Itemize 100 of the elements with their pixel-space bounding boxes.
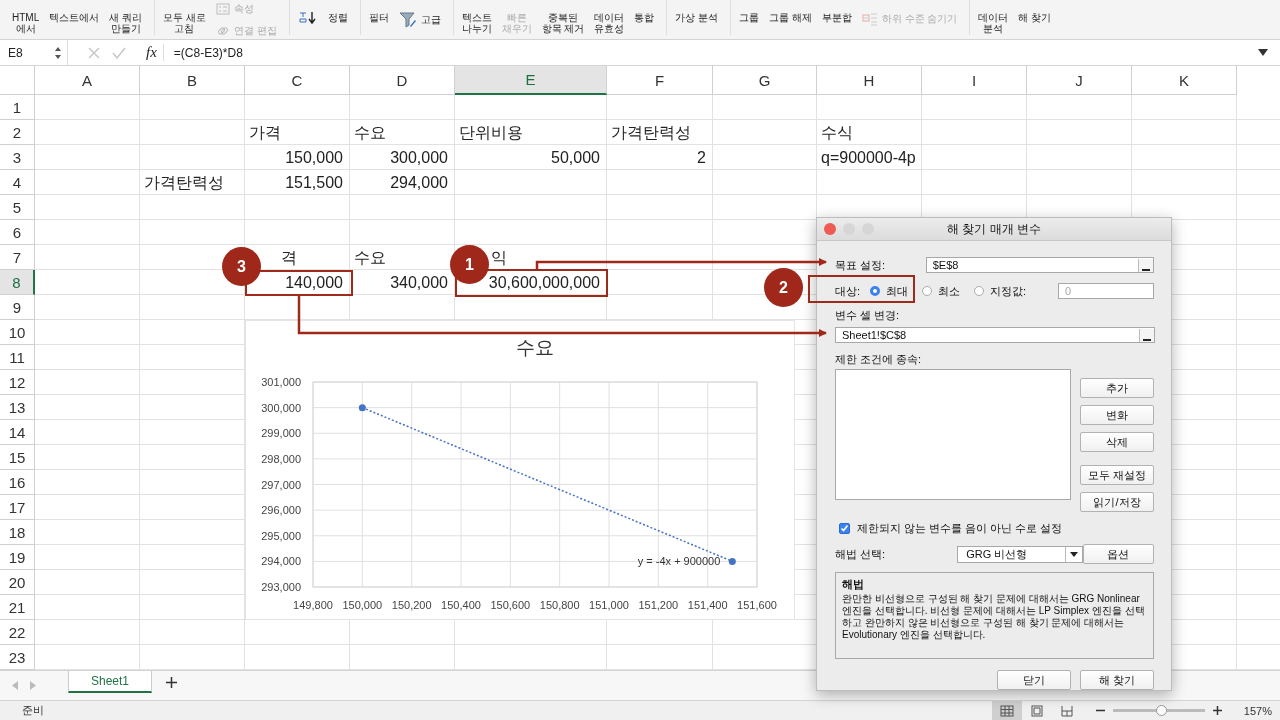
ribbon-button[interactable]: 부분합 <box>821 0 852 23</box>
cell-text: 151,500 <box>285 174 343 191</box>
row-header[interactable]: 8 <box>0 270 35 295</box>
radio-option[interactable]: 최대 <box>870 283 909 299</box>
ribbon-button[interactable]: 새 쿼리 만들기 <box>109 0 142 34</box>
dialog-button[interactable]: 변화 <box>1080 405 1154 425</box>
row-header[interactable]: 21 <box>0 595 35 620</box>
view-button[interactable] <box>991 701 1022 720</box>
checkbox-indicator <box>839 523 850 534</box>
next-sheet-icon[interactable] <box>30 681 36 690</box>
column-header[interactable]: I <box>922 66 1027 95</box>
axis-tick-label: 301,000 <box>261 376 301 388</box>
input-field[interactable]: $E$8 <box>925 257 1154 273</box>
cell-text: 수식 <box>821 124 853 141</box>
radio-indicator <box>922 286 933 296</box>
close-icon[interactable] <box>824 223 836 235</box>
column-header[interactable]: B <box>140 66 245 95</box>
row-header[interactable]: 19 <box>0 545 35 570</box>
row-header[interactable]: 22 <box>0 620 35 645</box>
sheet-tab[interactable]: Sheet1 <box>68 671 153 693</box>
row-header[interactable]: 23 <box>0 645 35 670</box>
constraint-list[interactable] <box>835 369 1071 500</box>
ribbon-button[interactable]: 그룹 <box>739 0 760 23</box>
ribbon-button[interactable]: 그룹 해제 <box>769 0 812 23</box>
dialog-button[interactable]: 닫기 <box>997 670 1071 690</box>
collapse-button[interactable] <box>1139 328 1154 342</box>
column-header[interactable]: G <box>713 66 817 95</box>
row-header[interactable]: 1 <box>0 95 35 120</box>
ribbon-button[interactable]: 고급 <box>398 0 441 28</box>
row-header[interactable]: 3 <box>0 145 35 170</box>
method-dropdown[interactable]: GRG 비선형 <box>957 545 1083 563</box>
column-header[interactable]: D <box>350 66 455 95</box>
select-all-corner[interactable] <box>0 66 35 95</box>
row-header[interactable]: 2 <box>0 120 35 145</box>
checkbox-option[interactable]: 제한되지 않는 변수를 음이 아닌 수로 설정 <box>839 521 1154 536</box>
dialog-button[interactable]: 옵션 <box>1082 544 1154 564</box>
ribbon-button[interactable]: HTML 에서 <box>12 0 40 34</box>
ribbon-button[interactable]: 중복된 항목 제거 <box>541 0 585 34</box>
row-header[interactable]: 7 <box>0 245 35 270</box>
row-header[interactable]: 14 <box>0 420 35 445</box>
column-header[interactable]: J <box>1027 66 1132 95</box>
row-header[interactable]: 4 <box>0 170 35 195</box>
ribbon-button[interactable]: 필터 <box>368 0 389 23</box>
field-label: 해법 선택: <box>835 546 887 562</box>
chart-title: 수요 <box>516 337 554 358</box>
cell-text: 가격 <box>249 124 281 141</box>
dialog-button[interactable]: 읽기/저장 <box>1080 492 1154 512</box>
name-box[interactable]: E8 <box>0 40 68 65</box>
row-header[interactable]: 6 <box>0 220 35 245</box>
input-field[interactable]: Sheet1!$C$8 <box>835 327 1155 343</box>
column-header[interactable]: C <box>245 66 350 95</box>
axis-tick-label: 151,600 <box>737 599 777 611</box>
ribbon-button[interactable]: 데이터 분석 <box>978 0 1009 34</box>
column-header[interactable]: E <box>455 66 607 95</box>
row-header[interactable]: 13 <box>0 395 35 420</box>
ribbon-button[interactable]: 데이터 유효성 <box>594 0 625 34</box>
column-header[interactable]: F <box>607 66 713 95</box>
column-header[interactable]: H <box>817 66 922 95</box>
ribbon-button[interactable]: 텍스트 나누기 <box>461 0 492 34</box>
row-header[interactable]: 17 <box>0 495 35 520</box>
row-header[interactable]: 12 <box>0 370 35 395</box>
radio-option[interactable]: 최소 <box>922 283 961 299</box>
ribbon-button[interactable]: 정렬 <box>327 0 348 23</box>
row-header[interactable]: 10 <box>0 320 35 345</box>
row-header[interactable]: 20 <box>0 570 35 595</box>
ribbon-button[interactable]: 통합 <box>634 0 655 23</box>
collapse-button[interactable] <box>1138 258 1153 272</box>
column-header[interactable]: A <box>35 66 140 95</box>
confirm-icon[interactable] <box>112 46 126 59</box>
cell-text: 30,600,000,000 <box>488 274 600 291</box>
row-header[interactable]: 9 <box>0 295 35 320</box>
row-header[interactable]: 5 <box>0 195 35 220</box>
ribbon-button[interactable]: 해 찾기 <box>1018 0 1052 23</box>
dialog-button[interactable]: 해 찾기 <box>1080 670 1154 690</box>
slider-thumb[interactable] <box>1155 705 1167 716</box>
row-header[interactable]: 18 <box>0 520 35 545</box>
ribbon-button[interactable]: 텍스트에서 <box>49 0 100 23</box>
cell-text: 수요 <box>354 249 386 266</box>
previous-sheet-icon[interactable] <box>12 681 18 690</box>
dialog-button[interactable]: 추가 <box>1080 378 1154 398</box>
plus-icon <box>166 677 178 688</box>
dialog-button[interactable]: 모두 재설정 <box>1080 465 1154 485</box>
row-header[interactable]: 11 <box>0 345 35 370</box>
ribbon-button[interactable]: 모두 새로 고침 <box>163 0 206 34</box>
help-text: 완만한 비선형으로 구성된 해 찾기 문제에 대해서는 GRG Nonlinear 엔진을 선택합니다. 비선형 문제에 대해서는 LP Simplex 엔진을 선택하고 완만하지 않은 비선형으로 구성된 해 찾기 문제에 대해서는 Evolutionary 엔진을 선택합니다. <box>842 593 1145 640</box>
cell-text: 가격탄력성 <box>611 124 691 141</box>
zoom-in-icon[interactable] <box>1212 706 1222 715</box>
column-header[interactable]: K <box>1132 66 1237 95</box>
row-header[interactable]: 15 <box>0 445 35 470</box>
cell-text: 300,000 <box>390 149 448 166</box>
function-label[interactable]: fx <box>146 44 164 61</box>
dialog-title: 해 찾기 매개 변수 <box>946 220 1042 238</box>
dialog-button[interactable]: 삭제 <box>1080 432 1154 452</box>
expand-caret-icon[interactable] <box>1258 48 1268 57</box>
cancel-icon[interactable] <box>88 46 100 59</box>
axis-tick-label: 150,600 <box>490 599 531 611</box>
formula-field[interactable]: =(C8-E3)*D8 <box>173 45 1258 60</box>
radio-option[interactable]: 지정값: <box>974 283 1027 299</box>
row-header[interactable]: 16 <box>0 470 35 495</box>
ribbon-button[interactable]: 가상 분석 <box>675 0 719 23</box>
